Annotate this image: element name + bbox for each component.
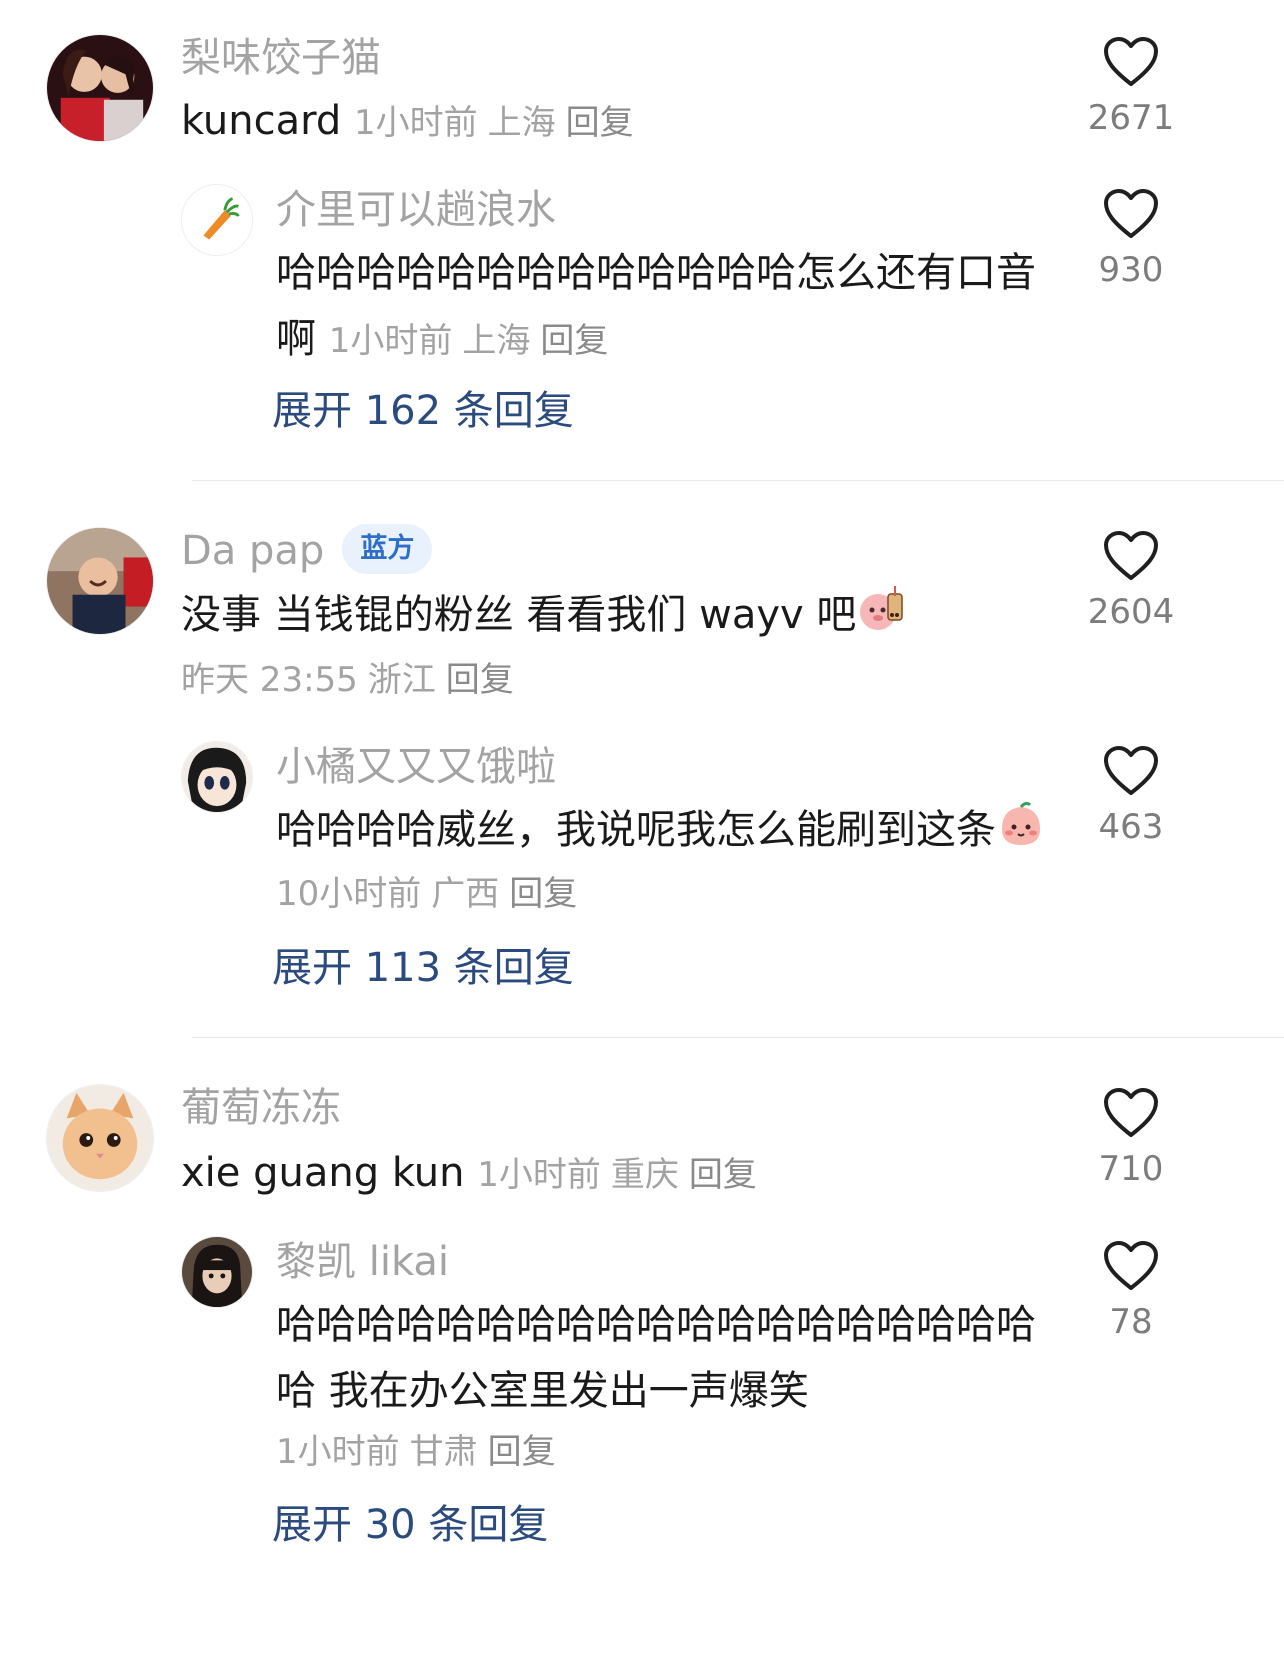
reply-location: 广西	[431, 874, 500, 914]
reply-location: 甘肃	[409, 1432, 478, 1472]
comment-text: 没事 当钱锟的粉丝 看看我们 wayv 吧	[181, 582, 1061, 648]
reply-button[interactable]: 回复	[566, 103, 634, 143]
reply-location: 上海	[462, 321, 531, 361]
avatar[interactable]	[46, 527, 154, 635]
reply-button[interactable]: 回复	[509, 874, 577, 914]
username[interactable]: 黎凯 likai	[276, 1238, 449, 1286]
reply-time: 1小时前	[276, 1432, 400, 1472]
reply-meta: 1小时前 甘肃 回复	[276, 1428, 566, 1476]
reply-body: 哈哈哈哈威丝，我说呢我怎么能刷到这条	[276, 807, 996, 853]
comment-time: 1小时前	[477, 1155, 601, 1195]
reply-text: 哈哈哈哈威丝，我说呢我怎么能刷到这条	[276, 797, 1056, 863]
avatar[interactable]	[46, 1084, 154, 1192]
reply-meta: 1小时前 上海 回复	[329, 321, 619, 361]
heart-icon	[1104, 37, 1158, 86]
reply-button[interactable]: 回复	[689, 1155, 757, 1195]
comment-meta: 1小时前 重庆 回复	[477, 1155, 767, 1195]
comment-text: xie guang kun 1小时前 重庆 回复	[181, 1140, 1061, 1208]
username[interactable]: 介里可以趟浪水	[276, 186, 556, 234]
expand-replies-button[interactable]: 展开 30 条回复	[272, 1500, 548, 1550]
like-button[interactable]: 78	[1066, 1240, 1196, 1342]
comment-body: xie guang kun	[181, 1150, 465, 1196]
comment-time: 1小时前	[354, 103, 478, 143]
like-count: 930	[1098, 250, 1164, 290]
like-button[interactable]: 463	[1066, 745, 1196, 847]
comment-body: 没事 当钱锟的粉丝 看看我们 wayv 吧	[181, 592, 857, 638]
username-text: Da pap	[181, 528, 325, 574]
like-count: 2604	[1087, 592, 1175, 632]
expand-replies-button[interactable]: 展开 113 条回复	[272, 943, 574, 993]
like-count: 463	[1098, 807, 1164, 847]
comment-location: 浙江	[367, 660, 436, 700]
avatar[interactable]	[181, 741, 253, 813]
like-count: 2671	[1087, 98, 1175, 138]
avatar[interactable]	[181, 184, 253, 256]
like-button[interactable]: 2604	[1066, 530, 1196, 632]
comment-meta: 1小时前 上海 回复	[354, 103, 644, 143]
like-button[interactable]: 710	[1066, 1087, 1196, 1189]
like-button[interactable]: 930	[1066, 188, 1196, 290]
like-button[interactable]: 2671	[1066, 36, 1196, 138]
reply-meta: 10小时前 广西 回复	[276, 870, 587, 918]
like-count: 710	[1098, 1149, 1164, 1189]
team-badge: 蓝方	[342, 524, 433, 574]
comment-time: 昨天 23:55	[181, 660, 358, 700]
comment-text: kuncard 1小时前 上海 回复	[181, 88, 1061, 156]
reply-body: 哈哈哈哈哈哈哈哈哈哈哈哈哈哈哈哈哈哈哈哈 我在办公室里发出一声爆笑	[276, 1302, 1036, 1414]
heart-icon	[1104, 1241, 1158, 1290]
reply-button[interactable]: 回复	[488, 1432, 556, 1472]
comment-list: 梨味饺子猫 kuncard 1小时前 上海 回复 2671 介里可以趟浪水 哈哈哈哈…	[0, 0, 1284, 1672]
reply-time: 10小时前	[276, 874, 422, 914]
divider	[192, 1037, 1284, 1038]
heart-icon	[1104, 746, 1158, 795]
bubble-tea-pig-emoji	[860, 586, 904, 630]
blushing-peach-emoji	[1002, 801, 1040, 845]
reply-time: 1小时前	[328, 321, 453, 361]
comment-body: kuncard	[181, 98, 342, 144]
reply-text: 哈哈哈哈哈哈哈哈哈哈哈哈哈怎么还有口音啊 1小时前 上海 回复	[276, 240, 1056, 374]
divider	[192, 480, 1284, 481]
comment-location: 上海	[487, 103, 556, 143]
avatar[interactable]	[181, 1236, 253, 1308]
heart-icon	[1104, 1088, 1158, 1137]
reply-button[interactable]: 回复	[540, 321, 608, 361]
reply-button[interactable]: 回复	[446, 660, 514, 700]
username[interactable]: 梨味饺子猫	[181, 34, 381, 82]
reply-text: 哈哈哈哈哈哈哈哈哈哈哈哈哈哈哈哈哈哈哈哈 我在办公室里发出一声爆笑	[276, 1292, 1056, 1424]
comment-location: 重庆	[610, 1155, 679, 1195]
heart-icon	[1104, 189, 1158, 238]
username[interactable]: 小橘又又又饿啦	[276, 743, 556, 791]
heart-icon	[1104, 531, 1158, 580]
username[interactable]: 葡萄冻冻	[181, 1084, 341, 1132]
like-count: 78	[1109, 1302, 1153, 1342]
comment-meta: 昨天 23:55 浙江 回复	[181, 656, 524, 704]
avatar[interactable]	[46, 34, 154, 142]
username[interactable]: Da pap 蓝方	[181, 524, 433, 578]
expand-replies-button[interactable]: 展开 162 条回复	[272, 386, 574, 436]
